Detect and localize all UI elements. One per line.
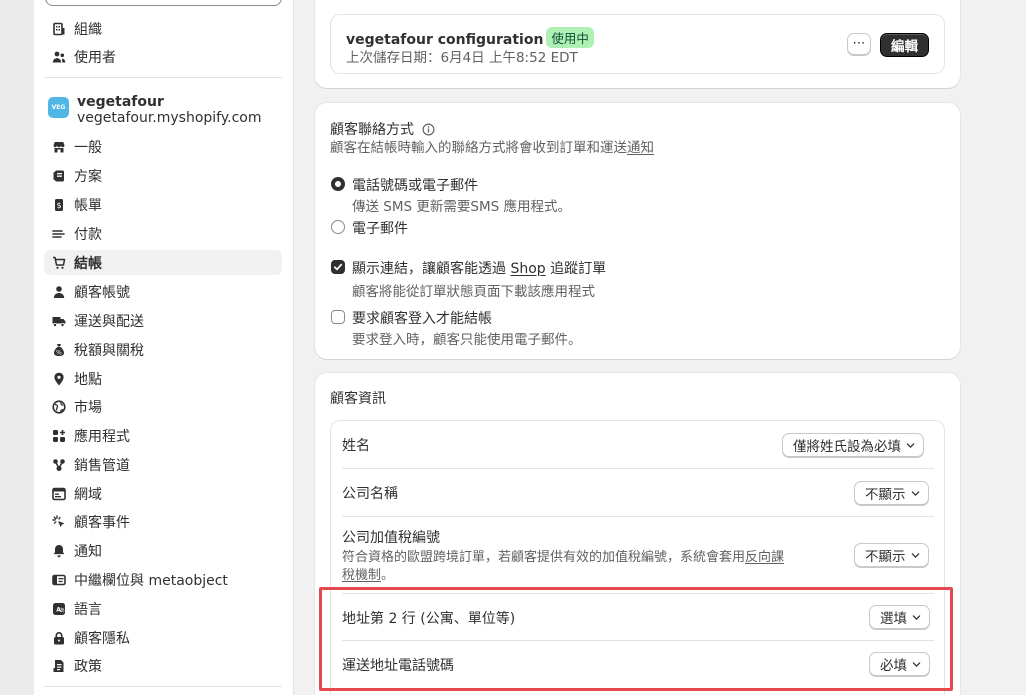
plan-icon <box>52 169 66 183</box>
chevron-down-icon <box>911 491 919 497</box>
highlight-annotation <box>319 587 953 691</box>
sidebar-item-customer-accounts[interactable]: 顧客帳號 <box>44 279 282 304</box>
events-icon <box>52 514 66 529</box>
shop-tracking-hint: 顧客將能從訂單狀態頁面下載該應用程式 <box>352 284 595 300</box>
sidebar-item-customer-privacy[interactable]: 顧客隱私 <box>44 625 282 650</box>
policy-icon <box>52 659 66 673</box>
field-name-label: 姓名 <box>342 438 370 454</box>
configuration-title: vegetafour configuration 使用中 <box>346 27 594 48</box>
row-divider <box>342 516 934 517</box>
sidebar-item-checkout[interactable]: 結帳 <box>44 250 282 275</box>
checkbox-shop-tracking[interactable] <box>331 260 345 274</box>
truck-icon <box>52 314 66 328</box>
globe-icon <box>52 399 66 414</box>
sidebar-item-domains[interactable]: 網域 <box>44 481 282 506</box>
tax-icon: % <box>52 343 66 357</box>
settings-sidebar: 組織 使用者 VEG vegetafour vegetafour.myshopi… <box>0 0 294 695</box>
store-icon <box>52 140 66 154</box>
building-icon <box>52 22 66 36</box>
chevron-down-icon <box>906 443 915 449</box>
sidebar-item-general[interactable]: 一般 <box>44 134 282 159</box>
field-vat-description: 符合資格的歐盟跨境訂單，若顧客提供有效的加值稅編號，系統會套用反向課 <box>342 550 785 565</box>
chevron-down-icon <box>911 553 919 559</box>
field-name-select[interactable]: 僅將姓氏設為必填 <box>782 433 924 457</box>
store-domain: vegetafour.myshopify.com <box>77 110 262 126</box>
radio-email-only[interactable] <box>331 220 345 234</box>
sidebar-item-metafields[interactable]: 中繼欄位與 metaobject <box>44 567 282 592</box>
require-login-hint: 要求登入時，顧客只能使用電子郵件。 <box>352 332 582 348</box>
billing-icon: $ <box>52 198 66 212</box>
sidebar-search-field[interactable] <box>45 0 282 6</box>
channels-icon <box>52 458 66 472</box>
shop-tracking-label: 顯示連結，讓顧客能透過 Shop 追蹤訂單 <box>352 261 607 277</box>
sidebar-item-notifications[interactable]: 通知 <box>44 538 282 563</box>
sidebar-item-users[interactable]: 使用者 <box>44 44 282 69</box>
sidebar-item-sales-channels[interactable]: 銷售管道 <box>44 452 282 477</box>
sidebar-item-customer-events[interactable]: 顧客事件 <box>44 509 282 534</box>
svg-text:%: % <box>56 349 62 356</box>
svg-text:あ: あ <box>60 608 65 614</box>
sidebar-divider <box>44 686 282 687</box>
radio-phone-or-email-hint: 傳送 SMS 更新需要SMS 應用程式。 <box>352 199 571 215</box>
shop-link[interactable]: Shop <box>510 261 545 277</box>
field-vat-description-cont: 稅機制。 <box>342 568 395 583</box>
store-avatar: VEG <box>48 97 69 118</box>
sidebar-item-billing[interactable]: $ 帳單 <box>44 192 282 217</box>
row-divider <box>342 468 934 469</box>
last-saved-text: 上次儲存日期：6月4日 上午8:52 EDT <box>346 50 578 66</box>
lock-icon <box>52 631 66 645</box>
more-icon: ⋯ <box>852 36 866 51</box>
metafields-icon <box>52 573 66 587</box>
domain-icon <box>52 487 66 501</box>
store-name: vegetafour <box>77 94 164 110</box>
checkbox-require-login[interactable] <box>331 310 345 324</box>
sidebar-item-locations[interactable]: 地點 <box>44 366 282 391</box>
language-icon: Aあ <box>52 602 66 616</box>
checkmark-icon <box>333 263 343 271</box>
notifications-link[interactable]: 通知 <box>627 140 654 156</box>
bell-icon <box>52 544 66 558</box>
store-switcher[interactable]: VEG vegetafour vegetafour.myshopify.com <box>48 94 262 126</box>
svg-text:$: $ <box>56 201 61 210</box>
cart-icon <box>52 256 66 270</box>
more-actions-button[interactable]: ⋯ <box>847 33 871 55</box>
radio-phone-or-email[interactable] <box>331 177 345 191</box>
customer-info-title: 顧客資訊 <box>330 391 386 407</box>
status-badge: 使用中 <box>546 27 594 48</box>
location-icon <box>52 372 66 386</box>
sidebar-item-policies[interactable]: 政策 <box>44 653 282 678</box>
radio-email-only-label: 電子郵件 <box>352 221 408 237</box>
sidebar-item-languages[interactable]: Aあ 語言 <box>44 596 282 621</box>
sidebar-item-shipping[interactable]: 運送與配送 <box>44 308 282 333</box>
apps-icon <box>52 429 66 443</box>
require-login-label: 要求顧客登入才能結帳 <box>352 311 492 327</box>
sidebar-item-taxes[interactable]: % 稅額與關稅 <box>44 337 282 362</box>
reverse-charge-link[interactable]: 反向課 <box>745 550 784 565</box>
sidebar-item-apps[interactable]: 應用程式 <box>44 423 282 448</box>
sidebar-item-plan[interactable]: 方案 <box>44 163 282 188</box>
sidebar-divider <box>44 77 282 78</box>
field-vat-label: 公司加值稅編號 <box>342 530 440 546</box>
payments-icon <box>52 227 66 241</box>
sidebar-item-markets[interactable]: 市場 <box>44 394 282 419</box>
edit-button[interactable]: 編輯 <box>880 33 929 57</box>
field-vat-select[interactable]: 不顯示 <box>854 543 929 567</box>
users-icon <box>52 50 66 64</box>
field-company-select[interactable]: 不顯示 <box>854 481 929 505</box>
radio-phone-or-email-label: 電話號碼或電子郵件 <box>352 178 478 194</box>
sidebar-item-payments[interactable]: 付款 <box>44 221 282 246</box>
reverse-charge-link-cont[interactable]: 稅機制 <box>342 568 381 583</box>
contact-description: 顧客在結帳時輸入的聯絡方式將會收到訂單和運送通知 <box>330 140 654 156</box>
sidebar-item-organization[interactable]: 組織 <box>44 16 282 41</box>
person-icon <box>52 285 66 299</box>
field-company-label: 公司名稱 <box>342 486 398 502</box>
